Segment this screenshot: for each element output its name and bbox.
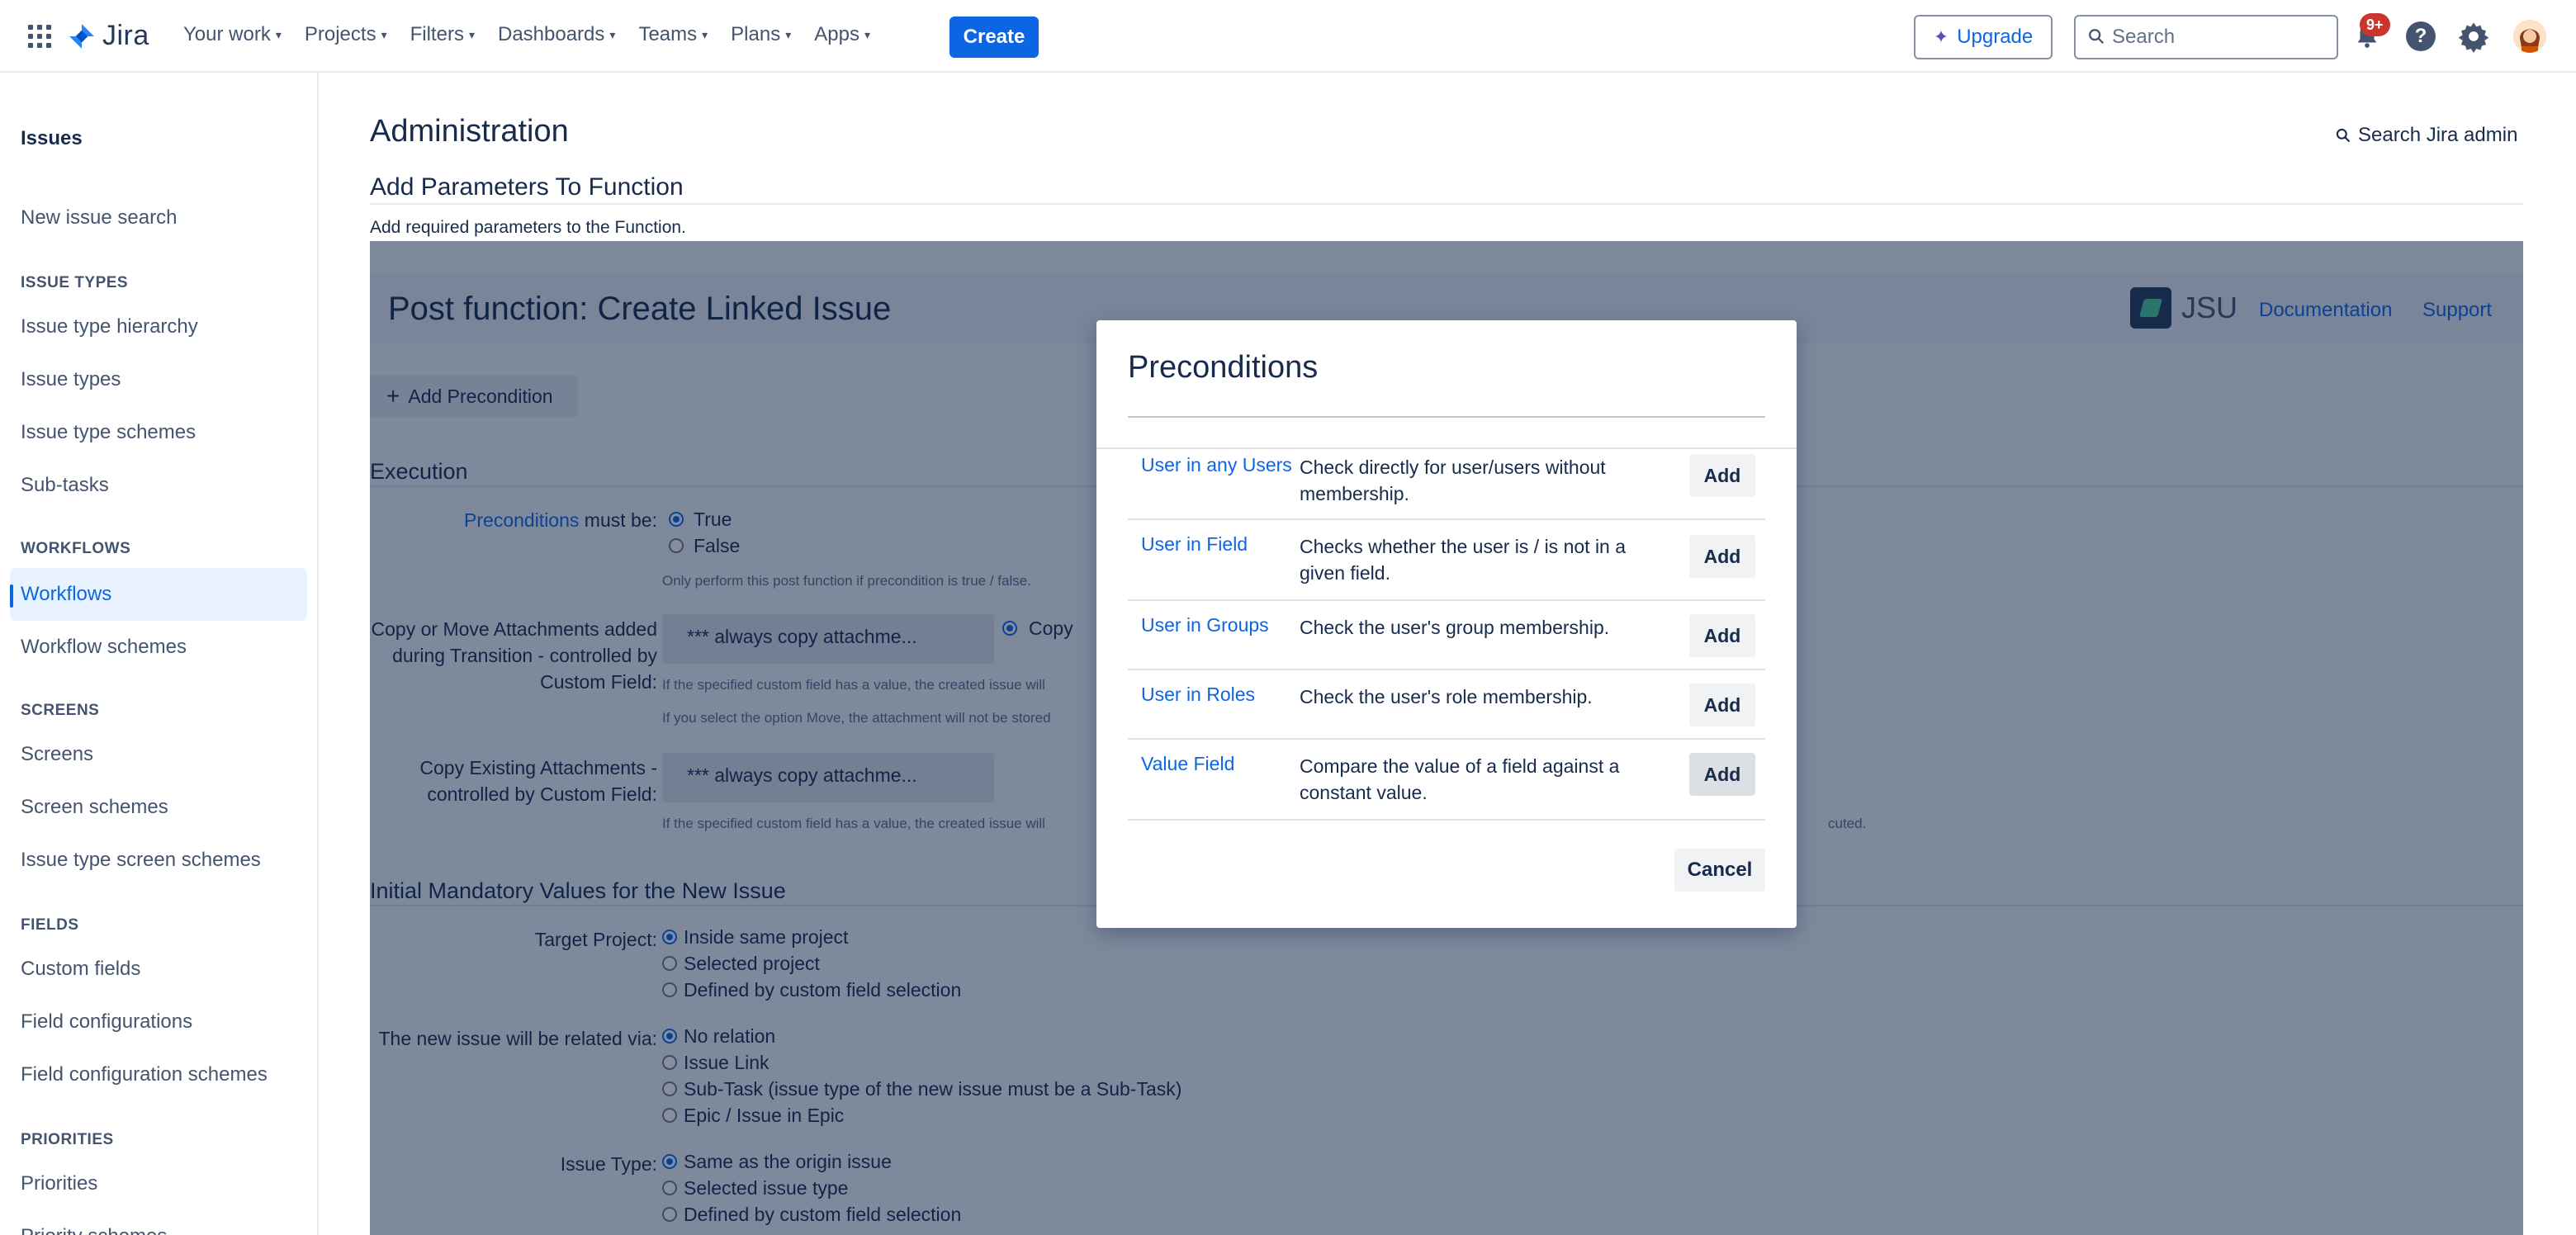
- sidebar-item-issue-type-screen-schemes[interactable]: Issue type screen schemes: [21, 849, 261, 872]
- avatar[interactable]: [2513, 20, 2546, 53]
- chevron-down-icon: ▾: [275, 27, 282, 41]
- nav-filters[interactable]: Filters ▾: [410, 23, 475, 46]
- sidebar-heading: PRIORITIES: [21, 1131, 114, 1148]
- notifications-badge: 9+: [2360, 13, 2390, 36]
- precondition-description: Check the user's group membership.: [1300, 617, 1610, 638]
- top-navigation: Jira Your work ▾ Projects ▾ Filters ▾ Dashb…: [0, 0, 2576, 73]
- nav-plans[interactable]: Plans ▾: [731, 23, 791, 46]
- nav-label: Apps: [814, 23, 859, 45]
- upgrade-label: Upgrade: [1957, 26, 2034, 48]
- sidebar-item-field-configurations[interactable]: Field configurations: [21, 1010, 192, 1034]
- sidebar-item-issue-type-schemes[interactable]: Issue type schemes: [21, 421, 196, 444]
- nav-label: Your work: [183, 23, 271, 45]
- app-grid-icon[interactable]: [28, 25, 51, 48]
- sidebar-heading: FIELDS: [21, 916, 79, 934]
- logo-text: Jira: [102, 20, 149, 51]
- nav-label: Plans: [731, 23, 781, 45]
- sidebar-item-workflows[interactable]: Workflows: [21, 583, 111, 606]
- list-item: User in Roles Check the user's role memb…: [1128, 670, 1765, 740]
- help-icon[interactable]: ?: [2406, 21, 2436, 51]
- precondition-name[interactable]: User in Roles: [1141, 684, 1255, 706]
- precondition-name[interactable]: User in Groups: [1141, 614, 1269, 636]
- sidebar-item-issue-type-hierarchy[interactable]: Issue type hierarchy: [21, 315, 198, 338]
- precondition-description: Check the user's role membership.: [1300, 686, 1593, 707]
- jira-logo[interactable]: Jira: [68, 20, 149, 52]
- search-admin-label: Search Jira admin: [2358, 124, 2518, 146]
- add-button[interactable]: Add: [1689, 454, 1755, 497]
- nav-teams[interactable]: Teams ▾: [638, 23, 708, 46]
- nav-dashboards[interactable]: Dashboards ▾: [498, 23, 615, 46]
- divider: [1128, 416, 1765, 418]
- sidebar-item-priority-schemes[interactable]: Priority schemes: [21, 1225, 167, 1235]
- sparkle-icon: ✦: [1933, 26, 1949, 47]
- jira-logo-icon: [69, 23, 94, 49]
- create-button[interactable]: Create: [949, 17, 1039, 58]
- sidebar-item-priorities[interactable]: Priorities: [21, 1172, 97, 1195]
- precondition-name[interactable]: User in Field: [1141, 533, 1248, 556]
- search-icon: [2089, 29, 2105, 45]
- nav-label: Dashboards: [497, 23, 605, 45]
- sidebar-item-issue-types[interactable]: Issue types: [21, 368, 121, 391]
- precondition-description: Checks whether the user is / is not in a…: [1300, 536, 1627, 584]
- sidebar-item-sub-tasks[interactable]: Sub-tasks: [21, 474, 109, 497]
- divider: [370, 203, 2523, 205]
- add-button[interactable]: Add: [1689, 535, 1755, 578]
- dialog-title: Preconditions: [1128, 350, 1319, 385]
- list-item: User in any Users Check directly for use…: [1128, 451, 1765, 520]
- nav-label: Projects: [304, 23, 376, 45]
- list-item: User in Groups Check the user's group me…: [1128, 601, 1765, 670]
- sidebar-item-screen-schemes[interactable]: Screen schemes: [21, 796, 168, 819]
- sidebar-heading: WORKFLOWS: [21, 540, 131, 557]
- divider: [1096, 447, 1797, 449]
- search-jira-admin-link[interactable]: Search Jira admin: [2335, 124, 2517, 147]
- sidebar-item-custom-fields[interactable]: Custom fields: [21, 958, 140, 981]
- chevron-down-icon: ▾: [864, 27, 870, 41]
- sidebar-heading: SCREENS: [21, 702, 100, 719]
- sidebar-item-field-configuration-schemes[interactable]: Field configuration schemes: [21, 1063, 268, 1086]
- list-item: Value Field Compare the value of a field…: [1128, 740, 1765, 821]
- page-title: Administration: [370, 114, 569, 149]
- precondition-description: Compare the value of a field against a c…: [1300, 755, 1620, 803]
- add-button[interactable]: Add: [1689, 614, 1755, 657]
- chevron-down-icon: ▾: [609, 27, 616, 41]
- sidebar-item-new-issue-search[interactable]: New issue search: [21, 206, 177, 229]
- nav-apps[interactable]: Apps ▾: [814, 23, 870, 46]
- gear-icon[interactable]: [2457, 20, 2490, 53]
- nav-projects[interactable]: Projects ▾: [305, 23, 387, 46]
- chevron-down-icon: ▾: [702, 27, 708, 41]
- sidebar: Issues New issue search ISSUE TYPES Issu…: [0, 73, 319, 1235]
- section-title: Add Parameters To Function: [370, 173, 684, 201]
- nav-label: Filters: [410, 23, 464, 45]
- section-description: Add required parameters to the Function.: [370, 218, 686, 237]
- sidebar-title: Issues: [21, 127, 83, 149]
- precondition-name[interactable]: Value Field: [1141, 753, 1234, 775]
- search-placeholder: Search: [2112, 26, 2176, 48]
- add-button[interactable]: Add: [1689, 753, 1755, 796]
- precondition-description: Check directly for user/users without me…: [1300, 457, 1606, 504]
- chevron-down-icon: ▾: [785, 27, 792, 41]
- chevron-down-icon: ▾: [468, 27, 475, 41]
- sidebar-item-workflow-schemes[interactable]: Workflow schemes: [21, 636, 187, 659]
- preconditions-dialog: Preconditions User in any Users Check di…: [1096, 320, 1797, 928]
- search-input[interactable]: Search: [2074, 15, 2338, 59]
- list-item: User in Field Checks whether the user is…: [1128, 520, 1765, 601]
- precondition-name[interactable]: User in any Users: [1141, 454, 1292, 476]
- avatar-icon: [2513, 20, 2546, 53]
- sidebar-item-screens[interactable]: Screens: [21, 743, 93, 766]
- search-icon: [2336, 128, 2351, 143]
- nav-your-work[interactable]: Your work ▾: [183, 23, 282, 46]
- add-button[interactable]: Add: [1689, 684, 1755, 726]
- sidebar-heading: ISSUE TYPES: [21, 274, 129, 291]
- chevron-down-icon: ▾: [381, 27, 387, 41]
- cancel-button[interactable]: Cancel: [1674, 849, 1765, 892]
- upgrade-button[interactable]: ✦ Upgrade: [1914, 15, 2053, 59]
- sidebar-active-indicator: [10, 584, 13, 608]
- nav-label: Teams: [638, 23, 698, 45]
